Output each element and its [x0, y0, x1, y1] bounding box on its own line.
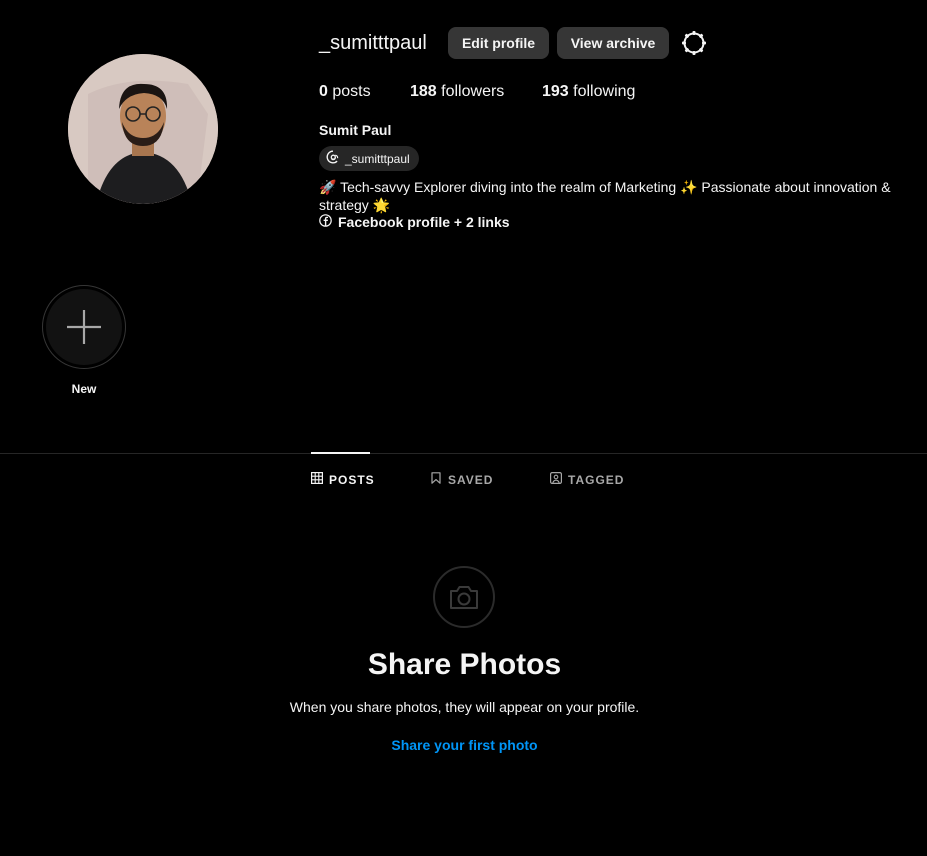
- tab-posts-label: POSTS: [329, 472, 375, 487]
- profile-avatar[interactable]: [68, 54, 218, 204]
- tabs-divider: [0, 453, 927, 454]
- tab-saved-label: SAVED: [448, 472, 494, 487]
- profile-links-label: Facebook profile + 2 links: [338, 214, 510, 230]
- threads-badge[interactable]: _sumitttpaul: [319, 146, 419, 171]
- profile-links[interactable]: Facebook profile + 2 links: [319, 214, 510, 230]
- following-link[interactable]: 193 following: [542, 83, 635, 101]
- threads-icon: [326, 150, 340, 167]
- posts-count-label: posts: [332, 83, 371, 100]
- tab-tagged-label: TAGGED: [568, 472, 625, 487]
- username: _sumitttpaul: [319, 32, 427, 54]
- following-count-value: 193: [542, 83, 569, 100]
- share-first-photo-link[interactable]: Share your first photo: [0, 737, 927, 753]
- posts-count: 0 posts: [319, 83, 371, 101]
- posts-count-value: 0: [319, 83, 328, 100]
- full-name: Sumit Paul: [319, 122, 392, 138]
- bookmark-icon: [430, 472, 442, 487]
- facebook-icon: [319, 214, 332, 230]
- new-highlight-button[interactable]: [42, 285, 126, 369]
- active-tab-indicator: [311, 452, 370, 454]
- camera-icon: [433, 566, 495, 628]
- view-archive-button[interactable]: View archive: [557, 27, 669, 59]
- gear-icon[interactable]: [681, 30, 707, 56]
- followers-count-value: 188: [410, 83, 437, 100]
- edit-profile-button[interactable]: Edit profile: [448, 27, 549, 59]
- followers-count-label: followers: [441, 83, 505, 100]
- tab-saved[interactable]: SAVED: [430, 472, 493, 487]
- new-highlight-label: New: [71, 382, 97, 396]
- tab-tagged[interactable]: TAGGED: [550, 472, 624, 487]
- plus-icon: [67, 310, 101, 344]
- grid-icon: [311, 472, 324, 487]
- tab-posts[interactable]: POSTS: [311, 472, 375, 487]
- following-count-label: following: [573, 83, 636, 100]
- empty-state-title: Share Photos: [367, 648, 562, 681]
- followers-link[interactable]: 188 followers: [410, 83, 504, 101]
- bio-text: 🚀 Tech-savvy Explorer diving into the re…: [319, 179, 891, 213]
- empty-state-subtitle: When you share photos, they will appear …: [289, 699, 640, 715]
- threads-handle: _sumitttpaul: [345, 151, 410, 166]
- tagged-icon: [550, 472, 563, 487]
- new-highlight-inner: [46, 289, 122, 365]
